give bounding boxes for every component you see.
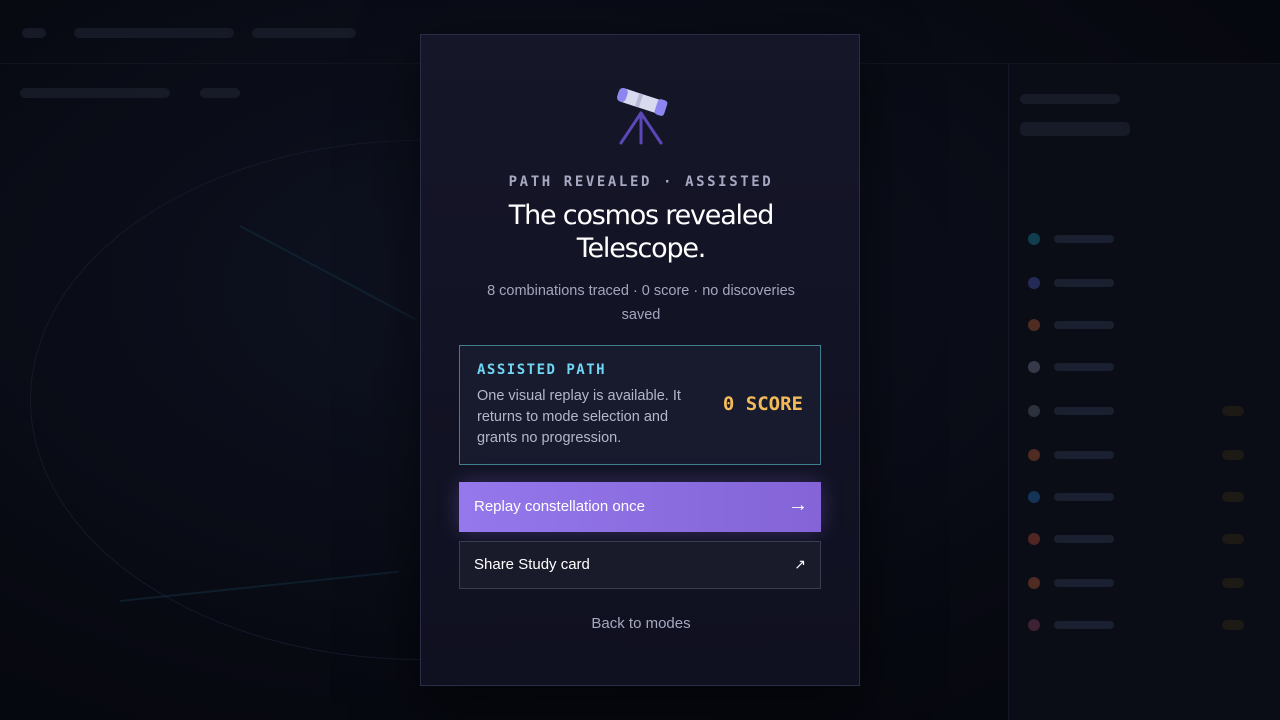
assisted-path-label: ASSISTED PATH bbox=[477, 362, 607, 378]
result-eyebrow: PATH REVEALED · ASSISTED bbox=[508, 174, 774, 190]
background-sidebar-item bbox=[1022, 524, 1252, 554]
assisted-path-description: One visual replay is available. It retur… bbox=[477, 388, 681, 446]
background-sidebar-item bbox=[1022, 352, 1252, 382]
background-sidebar-item bbox=[1022, 268, 1252, 298]
background-placeholder bbox=[1020, 94, 1120, 104]
result-title: The cosmos revealed Telescope. bbox=[508, 200, 775, 264]
background-sidebar-item bbox=[1022, 568, 1252, 598]
telescope-icon bbox=[611, 85, 671, 147]
assisted-path-panel: ASSISTED PATH One visual replay is avail… bbox=[459, 345, 821, 465]
share-button-label: Share Study card bbox=[474, 556, 590, 573]
result-modal: PATH REVEALED · ASSISTED The cosmos reve… bbox=[420, 34, 860, 686]
replay-constellation-button[interactable]: Replay constellation once → bbox=[459, 482, 821, 532]
background-placeholder bbox=[20, 88, 170, 98]
score-badge: 0 SCORE bbox=[722, 393, 803, 415]
arrow-right-icon: → bbox=[788, 494, 808, 516]
result-summary: 8 combinations traced · 0 score · no dis… bbox=[487, 283, 795, 323]
background-sidebar-item bbox=[1022, 440, 1252, 470]
background-sidebar-item bbox=[1022, 224, 1252, 254]
replay-button-label: Replay constellation once bbox=[474, 498, 645, 515]
background-placeholder bbox=[22, 28, 46, 38]
background-placeholder bbox=[200, 88, 240, 98]
background-placeholder bbox=[1020, 122, 1130, 136]
background-sidebar-item bbox=[1022, 482, 1252, 512]
background-placeholder bbox=[74, 28, 234, 38]
background-placeholder bbox=[252, 28, 356, 38]
background-sidebar-item bbox=[1022, 310, 1252, 340]
share-study-card-button[interactable]: Share Study card ↗ bbox=[459, 541, 821, 589]
external-link-icon: ↗ bbox=[794, 556, 806, 572]
background-sidebar-item bbox=[1022, 610, 1252, 640]
back-to-modes-link[interactable]: Back to modes bbox=[421, 615, 861, 632]
background-sidebar-item bbox=[1022, 396, 1252, 426]
